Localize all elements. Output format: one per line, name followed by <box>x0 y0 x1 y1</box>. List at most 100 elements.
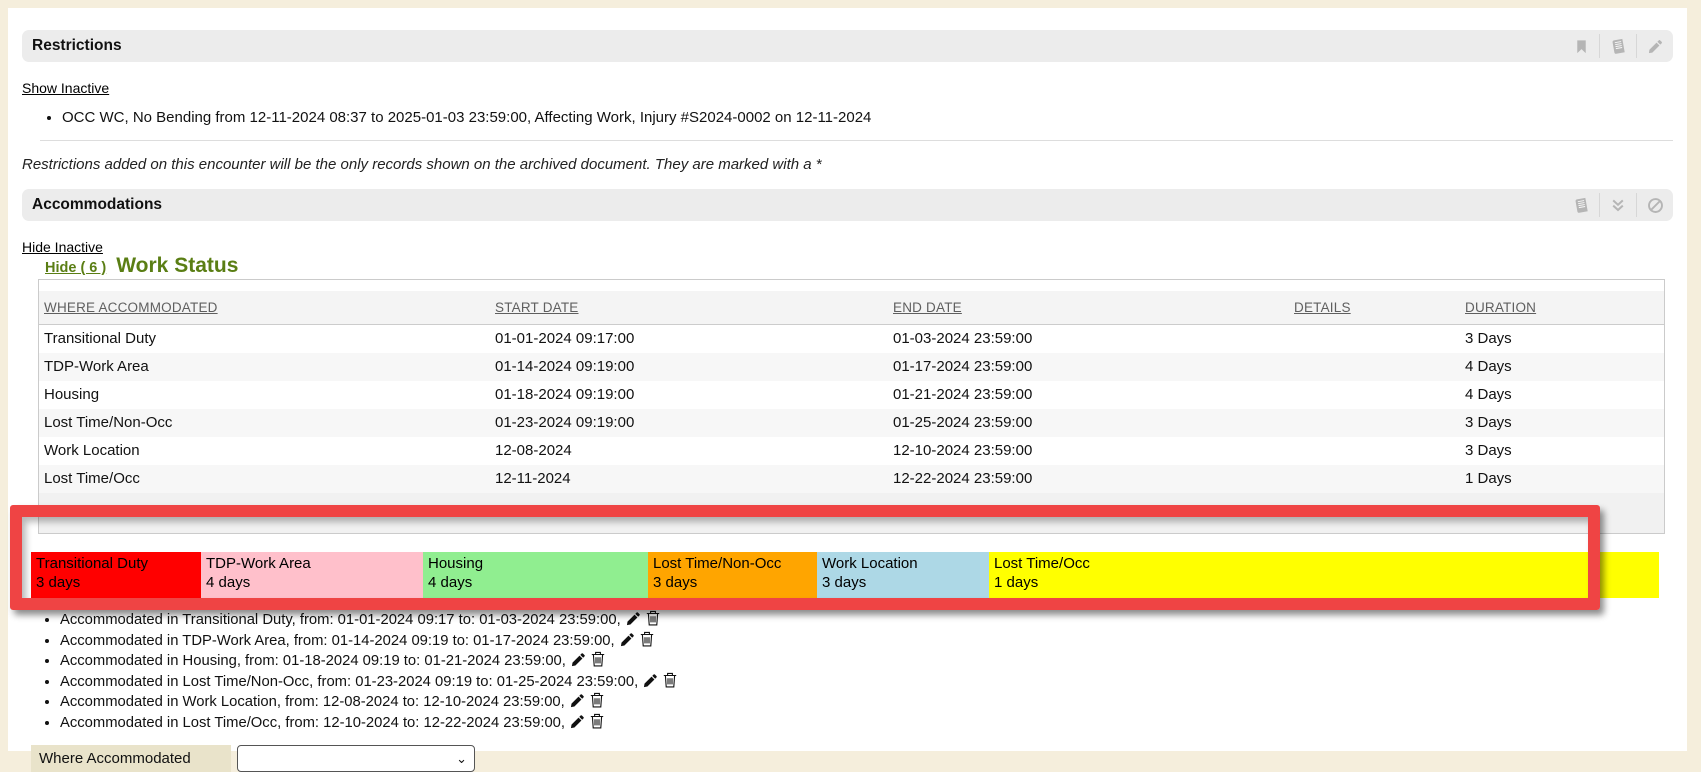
cell-duration: 3 Days <box>1460 437 1664 465</box>
edit-pencil-icon[interactable] <box>615 633 635 649</box>
segment-label: Lost Time/Occ <box>994 554 1659 573</box>
cell-end: 12-22-2024 23:59:00 <box>888 465 1289 493</box>
where-accommodated-form-row: Where Accommodated ⌄ <box>31 745 1673 772</box>
trash-icon[interactable] <box>585 694 604 710</box>
table-row: Housing01-18-2024 09:19:0001-21-2024 23:… <box>39 381 1664 409</box>
work-status-legend: Hide ( 6 ) Work Status <box>41 254 248 278</box>
edit-pencil-icon[interactable] <box>565 715 585 731</box>
accommodations-title: Accommodations <box>32 196 162 214</box>
trash-icon[interactable] <box>635 633 654 649</box>
trash-icon[interactable] <box>658 674 677 690</box>
where-accommodated-select[interactable]: ⌄ <box>237 745 475 772</box>
work-status-table: WHERE ACCOMMODATED START DATE END DATE DETA… <box>39 291 1664 533</box>
restrictions-note: Restrictions added on this encounter wil… <box>22 156 1673 173</box>
cell-where: Work Location <box>39 437 490 465</box>
entry-text: Accommodated in TDP-Work Area, from: 01-… <box>60 633 615 649</box>
accommodations-toolbar <box>1563 189 1673 221</box>
pencil-icon[interactable] <box>1637 30 1673 62</box>
accommodation-timeline-bar: Transitional Duty3 daysTDP-Work Area4 da… <box>31 552 1673 598</box>
column-header-start-date[interactable]: START DATE <box>495 300 579 315</box>
where-accommodated-label: Where Accommodated <box>31 745 231 772</box>
segment-label: Housing <box>428 554 648 573</box>
edit-pencil-icon[interactable] <box>638 674 658 690</box>
cell-details <box>1289 437 1460 465</box>
column-header-where-accommodated[interactable]: WHERE ACCOMMODATED <box>44 300 218 315</box>
table-row: Lost Time/Occ12-11-202412-22-2024 23:59:… <box>39 465 1664 493</box>
cell-where: TDP-Work Area <box>39 353 490 381</box>
cell-where: Lost Time/Occ <box>39 465 490 493</box>
restriction-list: OCC WC, No Bending from 12-11-2024 08:37… <box>22 108 1673 128</box>
cell-duration: 4 Days <box>1460 353 1664 381</box>
entry-text: Accommodated in Housing, from: 01-18-202… <box>60 653 566 669</box>
table-header-row: WHERE ACCOMMODATED START DATE END DATE DETA… <box>39 291 1664 325</box>
restrictions-title: Restrictions <box>32 37 122 55</box>
book-icon[interactable] <box>1563 189 1599 221</box>
trash-icon[interactable] <box>641 612 660 628</box>
accommodation-entry: Accommodated in Lost Time/Occ, from: 12-… <box>60 713 1673 734</box>
segment-days: 4 days <box>428 573 648 592</box>
column-header-duration[interactable]: DURATION <box>1465 300 1536 315</box>
cell-details <box>1289 325 1460 354</box>
cell-duration: 3 Days <box>1460 409 1664 437</box>
segment-days: 4 days <box>206 573 423 592</box>
timeline-segment: Lost Time/Non-Occ3 days <box>648 552 817 598</box>
accommodation-entry: Accommodated in Work Location, from: 12-… <box>60 692 1673 713</box>
hide-inactive-link[interactable]: Hide Inactive <box>22 239 103 255</box>
cancel-icon[interactable] <box>1637 189 1673 221</box>
edit-pencil-icon[interactable] <box>565 694 585 710</box>
cell-start: 12-08-2024 <box>490 437 888 465</box>
cell-start: 12-11-2024 <box>490 465 888 493</box>
timeline-segment: TDP-Work Area4 days <box>201 552 423 598</box>
timeline-segment: Housing4 days <box>423 552 648 598</box>
cell-duration: 4 Days <box>1460 381 1664 409</box>
edit-pencil-icon[interactable] <box>566 653 586 669</box>
cell-duration: 3 Days <box>1460 325 1664 354</box>
chevron-down-icon: ⌄ <box>456 752 467 765</box>
table-row: Transitional Duty01-01-2024 09:17:0001-0… <box>39 325 1664 354</box>
entry-text: Accommodated in Work Location, from: 12-… <box>60 694 565 710</box>
timeline-segment: Work Location3 days <box>817 552 989 598</box>
cell-where: Lost Time/Non-Occ <box>39 409 490 437</box>
trash-icon[interactable] <box>586 653 605 669</box>
entry-text: Accommodated in Lost Time/Occ, from: 12-… <box>60 715 565 731</box>
segment-days: 3 days <box>822 573 989 592</box>
segment-label: TDP-Work Area <box>206 554 423 573</box>
table-body: Transitional Duty01-01-2024 09:17:0001-0… <box>39 325 1664 494</box>
edit-pencil-icon[interactable] <box>621 612 641 628</box>
book-icon[interactable] <box>1600 30 1636 62</box>
content-panel: Restrictions Show Inactive OCC WC, No Be… <box>8 8 1687 751</box>
show-inactive-link[interactable]: Show Inactive <box>22 80 109 96</box>
column-header-details[interactable]: DETAILS <box>1294 300 1351 315</box>
table-row: Lost Time/Non-Occ01-23-2024 09:19:0001-2… <box>39 409 1664 437</box>
cell-end: 01-21-2024 23:59:00 <box>888 381 1289 409</box>
segment-days: 3 days <box>653 573 817 592</box>
accommodation-entry: Accommodated in Transitional Duty, from:… <box>60 610 1673 631</box>
restriction-item: OCC WC, No Bending from 12-11-2024 08:37… <box>62 108 1673 128</box>
bookmark-icon[interactable] <box>1563 30 1599 62</box>
segment-label: Work Location <box>822 554 989 573</box>
table-row: Work Location12-08-202412-10-2024 23:59:… <box>39 437 1664 465</box>
cell-start: 01-14-2024 09:19:00 <box>490 353 888 381</box>
work-status-title: Work Status <box>116 254 238 278</box>
accommodation-entry: Accommodated in Lost Time/Non-Occ, from:… <box>60 672 1673 693</box>
segment-label: Lost Time/Non-Occ <box>653 554 817 573</box>
hide-count-link[interactable]: Hide ( 6 ) <box>45 260 106 276</box>
cell-duration: 1 Days <box>1460 465 1664 493</box>
segment-label: Transitional Duty <box>36 554 201 573</box>
cell-start: 01-23-2024 09:19:00 <box>490 409 888 437</box>
accommodation-entry-list: Accommodated in Transitional Duty, from:… <box>22 610 1673 733</box>
entry-text: Accommodated in Transitional Duty, from:… <box>60 612 621 628</box>
trash-icon[interactable] <box>585 715 604 731</box>
timeline-segment: Transitional Duty3 days <box>31 552 201 598</box>
cell-start: 01-01-2024 09:17:00 <box>490 325 888 354</box>
segment-days: 3 days <box>36 573 201 592</box>
work-status-fieldset: Hide ( 6 ) Work Status WHERE ACCOMMODATE… <box>38 279 1665 534</box>
cell-end: 12-10-2024 23:59:00 <box>888 437 1289 465</box>
cell-end: 01-17-2024 23:59:00 <box>888 353 1289 381</box>
table-footer-row: DISPLAYING 1-6 / 6 <box>39 493 1664 533</box>
cell-details <box>1289 353 1460 381</box>
chevron-double-down-icon[interactable] <box>1600 189 1636 221</box>
column-header-end-date[interactable]: END DATE <box>893 300 962 315</box>
cell-details <box>1289 381 1460 409</box>
accommodation-entry: Accommodated in Housing, from: 01-18-202… <box>60 651 1673 672</box>
